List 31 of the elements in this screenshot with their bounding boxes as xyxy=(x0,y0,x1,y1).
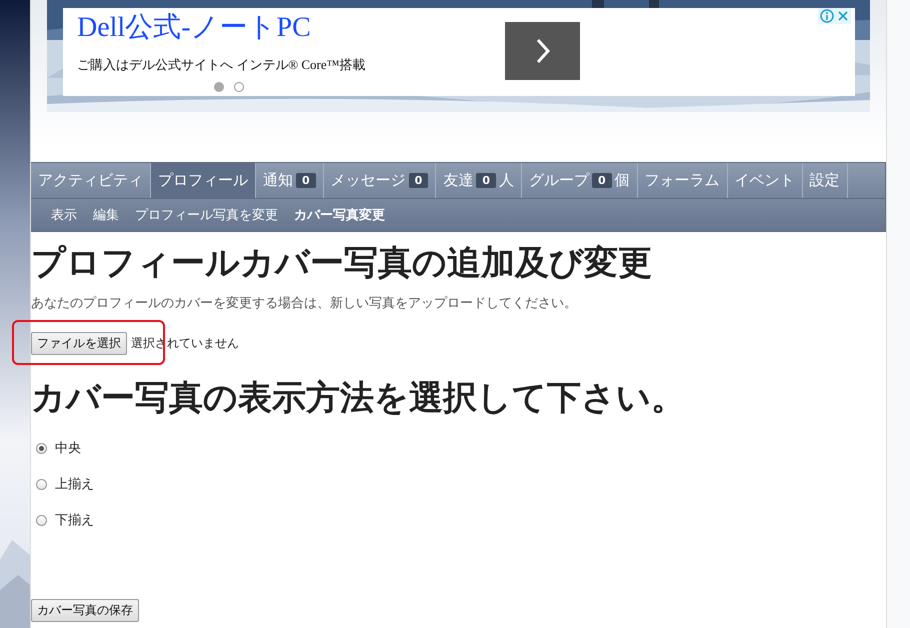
count-badge: 0 xyxy=(592,173,612,188)
sub-tab[interactable]: 編集 xyxy=(87,199,125,231)
file-choose-button[interactable]: ファイルを選択 xyxy=(31,332,127,355)
ad-title[interactable]: Dell公式-ノートPC xyxy=(77,10,366,46)
radio-label: 中央 xyxy=(55,440,81,457)
description: あなたのプロフィールのカバーを変更する場合は、新しい写真をアップロードしてください。 xyxy=(31,295,578,312)
info-icon[interactable] xyxy=(820,9,834,23)
pager-dot[interactable] xyxy=(214,82,224,92)
pager-dot[interactable] xyxy=(234,82,244,92)
page-heading: プロフィールカバー写真の追加及び変更 xyxy=(31,242,653,285)
save-button[interactable]: カバー写真の保存 xyxy=(31,599,139,622)
radio-label: 下揃え xyxy=(55,512,94,529)
sub-tab[interactable]: カバー写真変更 xyxy=(288,199,391,231)
count-badge: 0 xyxy=(408,173,428,188)
sub-tab[interactable]: プロフィール写真を変更 xyxy=(129,199,284,231)
ad-text: ご購入はデル公式サイトへ インテル® Core™搭載 xyxy=(77,56,366,74)
count-unit: 人 xyxy=(498,171,514,190)
next-button[interactable] xyxy=(505,22,580,80)
count-unit: 個 xyxy=(614,171,630,190)
count-badge: 0 xyxy=(296,173,316,188)
radio-button[interactable] xyxy=(36,442,47,454)
close-icon[interactable] xyxy=(837,10,849,22)
section-heading: カバー写真の表示方法を選択して下さい。 xyxy=(31,377,686,420)
radio-label: 上揃え xyxy=(55,476,94,493)
chevron-right-icon xyxy=(534,38,550,64)
count-badge: 0 xyxy=(476,173,496,188)
radio-button[interactable] xyxy=(36,478,47,490)
sub-tab[interactable]: 表示 xyxy=(45,199,83,231)
nav-tab[interactable]: プロフィール xyxy=(151,163,256,198)
radio-button[interactable] xyxy=(36,514,47,526)
ad-card[interactable]: Dell公式-ノートPC ご購入はデル公式サイトへ インテル® Core™搭載 xyxy=(63,8,855,96)
